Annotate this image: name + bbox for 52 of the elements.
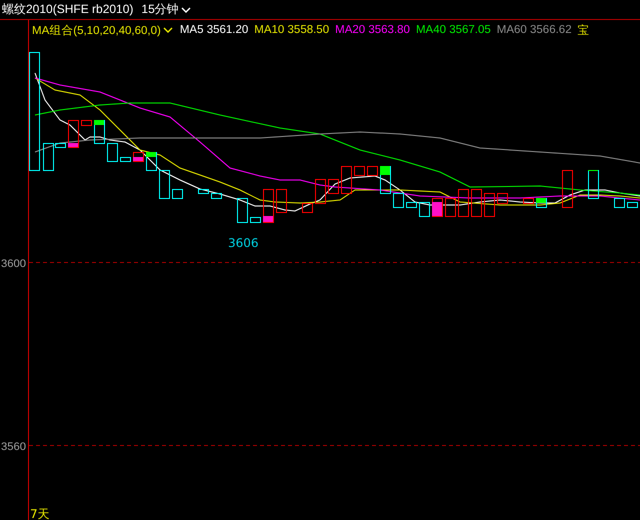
chevron-down-icon bbox=[180, 6, 191, 12]
candlestick bbox=[250, 217, 261, 223]
y-axis-label: 3600 bbox=[1, 258, 26, 270]
candlestick bbox=[445, 198, 456, 217]
candlestick bbox=[354, 166, 365, 176]
ma-value-label: MA40 3567.05 bbox=[416, 24, 491, 36]
y-axis-label: 3560 bbox=[1, 441, 26, 453]
low-price-label: 3606 bbox=[228, 236, 259, 250]
period-dropdown[interactable]: 15分钟 bbox=[141, 1, 191, 18]
candlestick bbox=[393, 193, 404, 208]
candlestick bbox=[523, 198, 534, 204]
candlestick bbox=[120, 157, 131, 162]
instrument-title: 螺纹2010(SHFE rb2010) bbox=[2, 1, 134, 18]
candlestick bbox=[107, 143, 118, 162]
candlestick bbox=[406, 202, 417, 208]
range-label: 7天 bbox=[30, 507, 50, 520]
candlestick bbox=[367, 166, 378, 176]
chevron-down-icon bbox=[162, 27, 173, 33]
candlestick bbox=[484, 193, 495, 217]
candlestick bbox=[159, 170, 170, 199]
ma-value-label: MA10 3558.50 bbox=[254, 24, 330, 36]
candlestick bbox=[94, 120, 105, 144]
truncated-label: 宝 bbox=[578, 23, 590, 38]
candlestick bbox=[302, 203, 313, 213]
candlestick bbox=[146, 152, 157, 171]
candlestick bbox=[172, 189, 183, 199]
candlestick bbox=[276, 189, 287, 213]
candlestick bbox=[497, 193, 508, 204]
ma-value-label: MA20 3563.80 bbox=[335, 24, 410, 36]
candlestick bbox=[198, 189, 209, 194]
candlestick bbox=[263, 189, 274, 223]
candlestick bbox=[211, 193, 222, 199]
candlestick bbox=[588, 170, 599, 199]
candlestick bbox=[68, 120, 79, 148]
candlestick bbox=[315, 179, 326, 204]
candlestick bbox=[458, 189, 469, 217]
candlestick bbox=[341, 166, 352, 194]
candlestick bbox=[380, 166, 391, 194]
indicator-dropdown[interactable]: MA组合(5,10,20,40,60,0) bbox=[32, 22, 173, 38]
candlestick bbox=[328, 179, 339, 194]
ma-value-label: MA5 3561.20 bbox=[180, 24, 248, 36]
candlestick bbox=[471, 189, 482, 217]
candlestick bbox=[432, 198, 443, 217]
candlestick bbox=[237, 198, 248, 223]
candlestick bbox=[562, 170, 573, 208]
candlestick bbox=[614, 198, 625, 208]
candlestick bbox=[81, 120, 92, 126]
ma-value-label: MA60 3566.62 bbox=[496, 24, 572, 36]
candlestick bbox=[536, 198, 547, 208]
candlestick bbox=[419, 202, 430, 217]
candlestick bbox=[133, 152, 144, 162]
candlestick bbox=[627, 202, 638, 208]
